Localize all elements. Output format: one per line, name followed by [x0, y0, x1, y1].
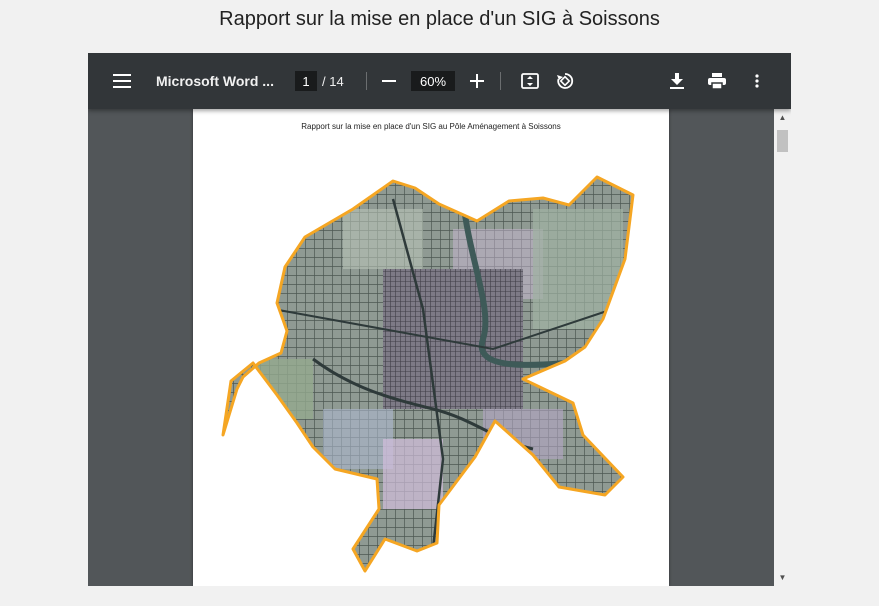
print-icon	[708, 73, 726, 89]
zoom-input[interactable]: 60%	[411, 71, 455, 91]
pdf-toolbar: Microsoft Word ... 1 / 14 60%	[88, 53, 791, 109]
zoom-in-button[interactable]	[463, 53, 491, 109]
scroll-up-arrow-icon[interactable]: ▲	[774, 109, 791, 126]
print-button[interactable]	[703, 53, 731, 109]
menu-icon	[113, 74, 131, 88]
rotate-button[interactable]	[551, 53, 579, 109]
download-icon	[670, 73, 684, 89]
page-title: Rapport sur la mise en place d'un SIG à …	[219, 8, 660, 30]
download-button[interactable]	[663, 53, 691, 109]
scrollbar-thumb[interactable]	[777, 130, 788, 152]
more-options-button[interactable]	[743, 53, 771, 109]
pdf-viewer: Microsoft Word ... 1 / 14 60% Rapport su…	[88, 53, 791, 586]
page-total: / 14	[322, 73, 344, 89]
zoom-in-icon	[470, 74, 484, 88]
page-number-input[interactable]: 1	[295, 71, 317, 91]
document-area[interactable]: Rapport sur la mise en place d'un SIG au…	[88, 109, 774, 586]
more-vert-icon	[755, 74, 759, 88]
fit-page-button[interactable]	[516, 53, 544, 109]
fit-page-icon	[521, 73, 539, 89]
menu-button[interactable]	[108, 53, 136, 109]
scroll-down-arrow-icon[interactable]: ▼	[774, 569, 791, 586]
vertical-scrollbar[interactable]: ▲ ▼	[774, 109, 791, 586]
zoom-out-icon	[382, 80, 396, 82]
toolbar-divider	[366, 72, 367, 90]
rotate-icon	[557, 73, 574, 89]
zoom-out-button[interactable]	[375, 53, 403, 109]
toolbar-divider	[500, 72, 501, 90]
pdf-page: Rapport sur la mise en place d'un SIG au…	[193, 109, 669, 586]
soissons-map-image	[221, 175, 635, 573]
document-title: Microsoft Word ...	[156, 73, 274, 89]
